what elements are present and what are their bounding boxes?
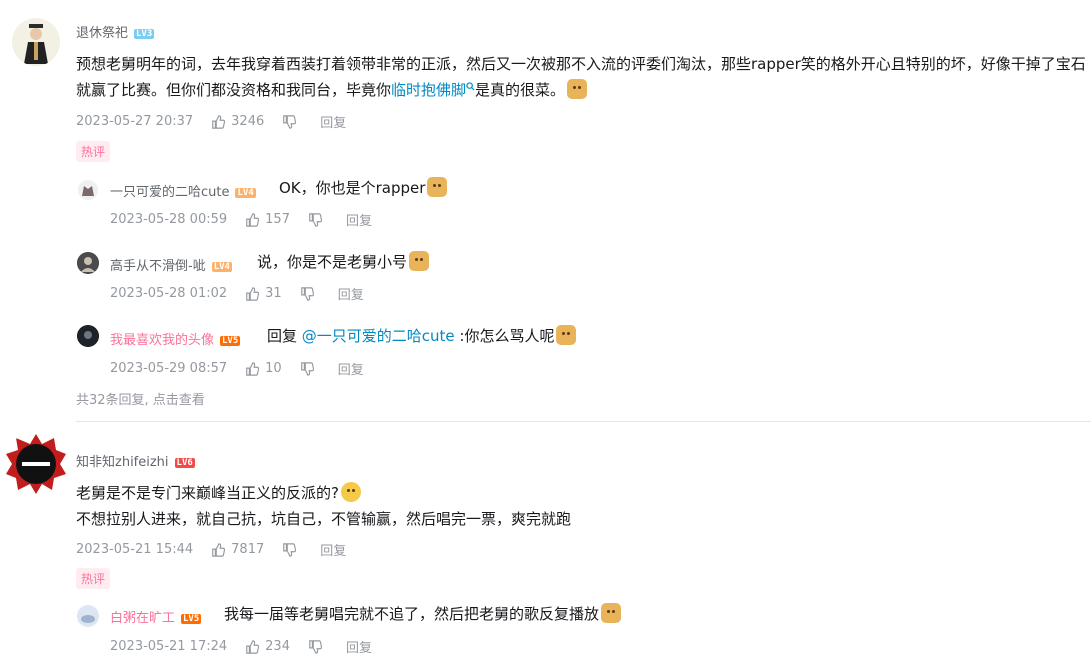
avatar[interactable] (4, 432, 68, 496)
reply-date: 2023-05-21 17:24 (110, 639, 228, 654)
reply-button[interactable]: 回复 (320, 540, 346, 559)
like-button[interactable]: 3246 (211, 114, 264, 129)
username[interactable]: 一只可爱的二哈cute LV4 (110, 181, 256, 200)
dislike-button[interactable] (300, 286, 320, 301)
level-badge: LV5 (220, 336, 241, 346)
reply-meta: 2023-05-29 08:57 10 回复 (110, 359, 382, 378)
reply-button[interactable]: 回复 (320, 112, 346, 131)
dislike-button[interactable] (282, 542, 302, 557)
reply-button[interactable]: 回复 (346, 637, 372, 656)
reply-text: 我每一届等老舅唱完就不追了，然后把老舅的歌反复播放 (224, 603, 622, 625)
mention-link[interactable]: @一只可爱的二哈cute (302, 327, 455, 345)
reply-text: 说，你是不是老舅小号 (257, 251, 430, 273)
like-button[interactable]: 234 (245, 639, 290, 654)
dog-emoji-icon (601, 603, 622, 623)
search-link[interactable]: 临时抱佛脚 (391, 81, 466, 99)
thumb-up-icon (246, 212, 260, 227)
reply-button[interactable]: 回复 (338, 359, 364, 378)
comment-meta: 2023-05-21 15:44 7817 回复 (76, 540, 364, 559)
avatar[interactable] (77, 325, 99, 347)
dog-emoji-icon (567, 79, 588, 99)
thumb-down-icon (300, 286, 314, 301)
view-more-replies[interactable]: 共32条回复, 点击查看 (76, 389, 205, 408)
reply-text: 回复 @一只可爱的二哈cute :你怎么骂人呢 (267, 325, 577, 347)
search-icon (466, 82, 475, 91)
laughing-emoji-icon (340, 482, 361, 502)
reply-button[interactable]: 回复 (338, 284, 364, 303)
comment-date: 2023-05-21 15:44 (76, 542, 194, 557)
thumb-down-icon (309, 212, 322, 227)
thumb-down-icon (283, 114, 297, 129)
comment-text: 老舅是不是专门来巅峰当正义的反派的? 不想拉别人进来，就自己抗，坑自己，不管输赢… (76, 482, 572, 528)
reply-date: 2023-05-29 08:57 (110, 361, 228, 376)
divider (76, 421, 1091, 422)
hot-comment-badge: 热评 (76, 141, 111, 162)
avatar[interactable] (77, 605, 99, 627)
thumb-down-icon (283, 542, 297, 557)
reply-date: 2023-05-28 00:59 (110, 212, 228, 227)
thumb-down-icon (300, 361, 314, 376)
username[interactable]: 知非知zhifeizhi LV6 (76, 451, 195, 470)
username[interactable]: 白粥在旷工 LV5 (110, 607, 202, 626)
dislike-button[interactable] (308, 212, 328, 227)
thumb-up-icon (246, 361, 260, 376)
level-badge: LV4 (211, 262, 232, 272)
username[interactable]: 退休祭祀 LV3 (76, 22, 155, 41)
username[interactable]: 我最喜欢我的头像 LV5 (110, 329, 241, 348)
hot-comment-badge: 热评 (76, 568, 111, 589)
dog-emoji-icon (427, 177, 448, 197)
like-button[interactable]: 10 (245, 361, 282, 376)
like-button[interactable]: 31 (245, 286, 282, 301)
dislike-button[interactable] (308, 639, 328, 654)
level-badge: LV6 (174, 458, 195, 468)
thumb-down-icon (309, 639, 322, 654)
reply-button[interactable]: 回复 (346, 210, 372, 229)
reply-meta: 2023-05-28 00:59 157 回复 (110, 210, 390, 229)
dog-emoji-icon (556, 325, 577, 345)
reply-meta: 2023-05-28 01:02 31 回复 (110, 284, 382, 303)
reply-text: OK，你也是个rapper (279, 177, 448, 199)
dislike-button[interactable] (300, 361, 320, 376)
avatar[interactable] (77, 252, 99, 274)
comment-text: 预想老舅明年的词，去年我穿着西装打着领带非常的正派，然后又一次被那不入流的评委们… (76, 55, 1086, 99)
level-badge: LV5 (181, 614, 202, 624)
dislike-button[interactable] (282, 114, 302, 129)
like-button[interactable]: 7817 (211, 542, 264, 557)
avatar[interactable] (12, 18, 60, 66)
level-badge: LV3 (134, 29, 155, 39)
thumb-up-icon (212, 542, 226, 557)
like-button[interactable]: 157 (245, 212, 290, 227)
thumb-up-icon (246, 286, 260, 301)
reply-date: 2023-05-28 01:02 (110, 286, 228, 301)
dog-emoji-icon (409, 251, 430, 271)
reply-meta: 2023-05-21 17:24 234 回复 (110, 637, 390, 656)
thumb-up-icon (212, 114, 226, 129)
avatar[interactable] (78, 180, 98, 200)
username[interactable]: 高手从不滑倒-呲 LV4 (110, 255, 232, 274)
comment-date: 2023-05-27 20:37 (76, 114, 194, 129)
level-badge: LV4 (235, 188, 256, 198)
comment-meta: 2023-05-27 20:37 3246 回复 (76, 112, 364, 131)
thumb-up-icon (246, 639, 260, 654)
